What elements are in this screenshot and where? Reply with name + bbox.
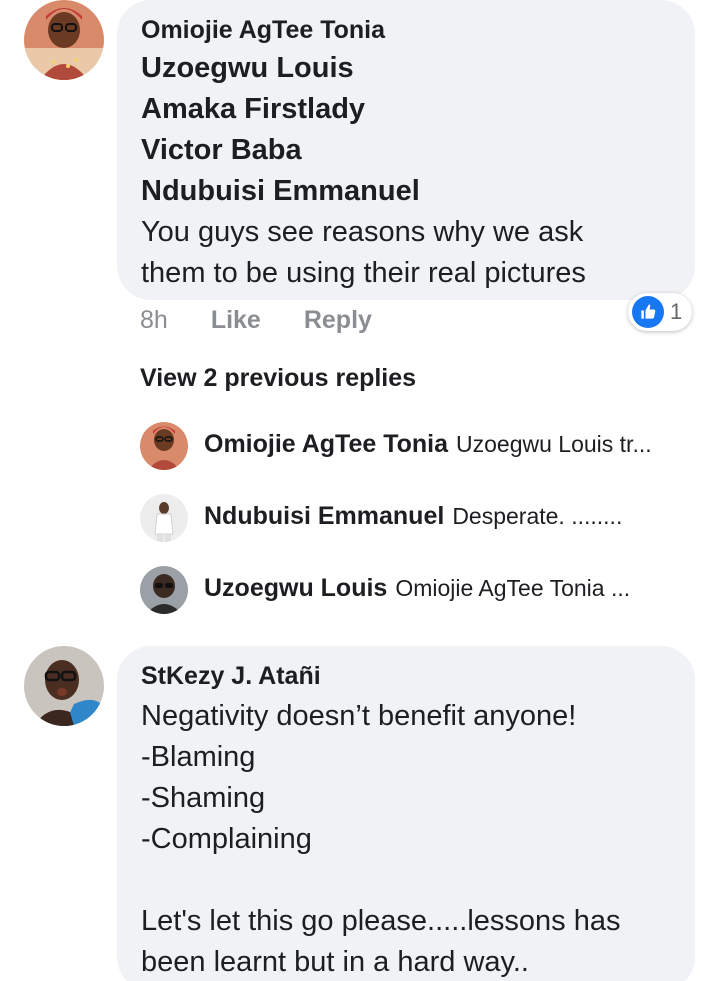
avatar[interactable] [140, 566, 188, 614]
comment-text-line: Let's let this go please.....lessons has [141, 905, 621, 937]
avatar[interactable] [140, 494, 188, 542]
reply-author[interactable]: Omiojie AgTee Tonia [204, 430, 448, 458]
tagged-user[interactable]: Amaka Firstlady [141, 89, 671, 130]
reply-author[interactable]: Ndubuisi Emmanuel [204, 502, 444, 530]
reply-author[interactable]: Uzoegwu Louis [204, 574, 387, 602]
tagged-user[interactable]: Victor Baba [141, 130, 671, 171]
comment-bubble: Omiojie AgTee Tonia Uzoegwu Louis Amaka … [117, 0, 695, 300]
comment-text-line: them to be using their real pictures [141, 257, 586, 289]
comment-bubble: StKezy J. Atañi Negativity doesn’t benef… [117, 646, 695, 981]
reply-snippet: Desperate. ........ [452, 503, 623, 529]
reaction-count-badge[interactable]: 1 [628, 293, 693, 331]
avatar[interactable] [140, 422, 188, 470]
tagged-user[interactable]: Ndubuisi Emmanuel [141, 171, 671, 212]
reply-snippet: Omiojie AgTee Tonia ... [395, 575, 631, 601]
reply-snippet: Uzoegwu Louis tr... [456, 431, 652, 457]
comment-timestamp[interactable]: 8h [140, 306, 168, 335]
reply-preview[interactable]: Ndubuisi Emmanuel Desperate. ........ [140, 494, 710, 542]
comment-author[interactable]: Omiojie AgTee Tonia [141, 14, 671, 46]
reply-text: Omiojie AgTee Tonia Uzoegwu Louis tr... [204, 430, 652, 459]
reaction-count: 1 [670, 299, 683, 324]
avatar[interactable] [24, 0, 104, 80]
reply-text: Uzoegwu Louis Omiojie AgTee Tonia ... [204, 574, 630, 603]
like-button[interactable]: Like [211, 306, 261, 335]
comment-text-line: You guys see reasons why we ask [141, 216, 584, 248]
avatar[interactable] [24, 646, 104, 726]
reply-text: Ndubuisi Emmanuel Desperate. ........ [204, 502, 622, 531]
thumbs-up-icon [632, 296, 664, 328]
comment-author[interactable]: StKezy J. Atañi [141, 660, 671, 692]
comment-thread: Omiojie AgTee Tonia Uzoegwu Louis Amaka … [0, 0, 720, 981]
reply-preview[interactable]: Omiojie AgTee Tonia Uzoegwu Louis tr... [140, 422, 710, 470]
view-previous-replies-link[interactable]: View 2 previous replies [140, 364, 416, 393]
reply-preview[interactable]: Uzoegwu Louis Omiojie AgTee Tonia ... [140, 566, 710, 614]
comment-text-line: -Shaming [141, 782, 266, 814]
comment-text-line [141, 860, 671, 901]
comment-text-line: -Complaining [141, 823, 312, 855]
comment-text-line: Negativity doesn’t benefit anyone! [141, 700, 577, 732]
comment-text-line: -Blaming [141, 741, 256, 773]
comment-text-line: been learnt but in a hard way.. [141, 946, 529, 978]
tagged-user[interactable]: Uzoegwu Louis [141, 48, 671, 89]
reply-button[interactable]: Reply [304, 306, 372, 335]
comment-actions: 8h Like Reply [140, 306, 372, 335]
